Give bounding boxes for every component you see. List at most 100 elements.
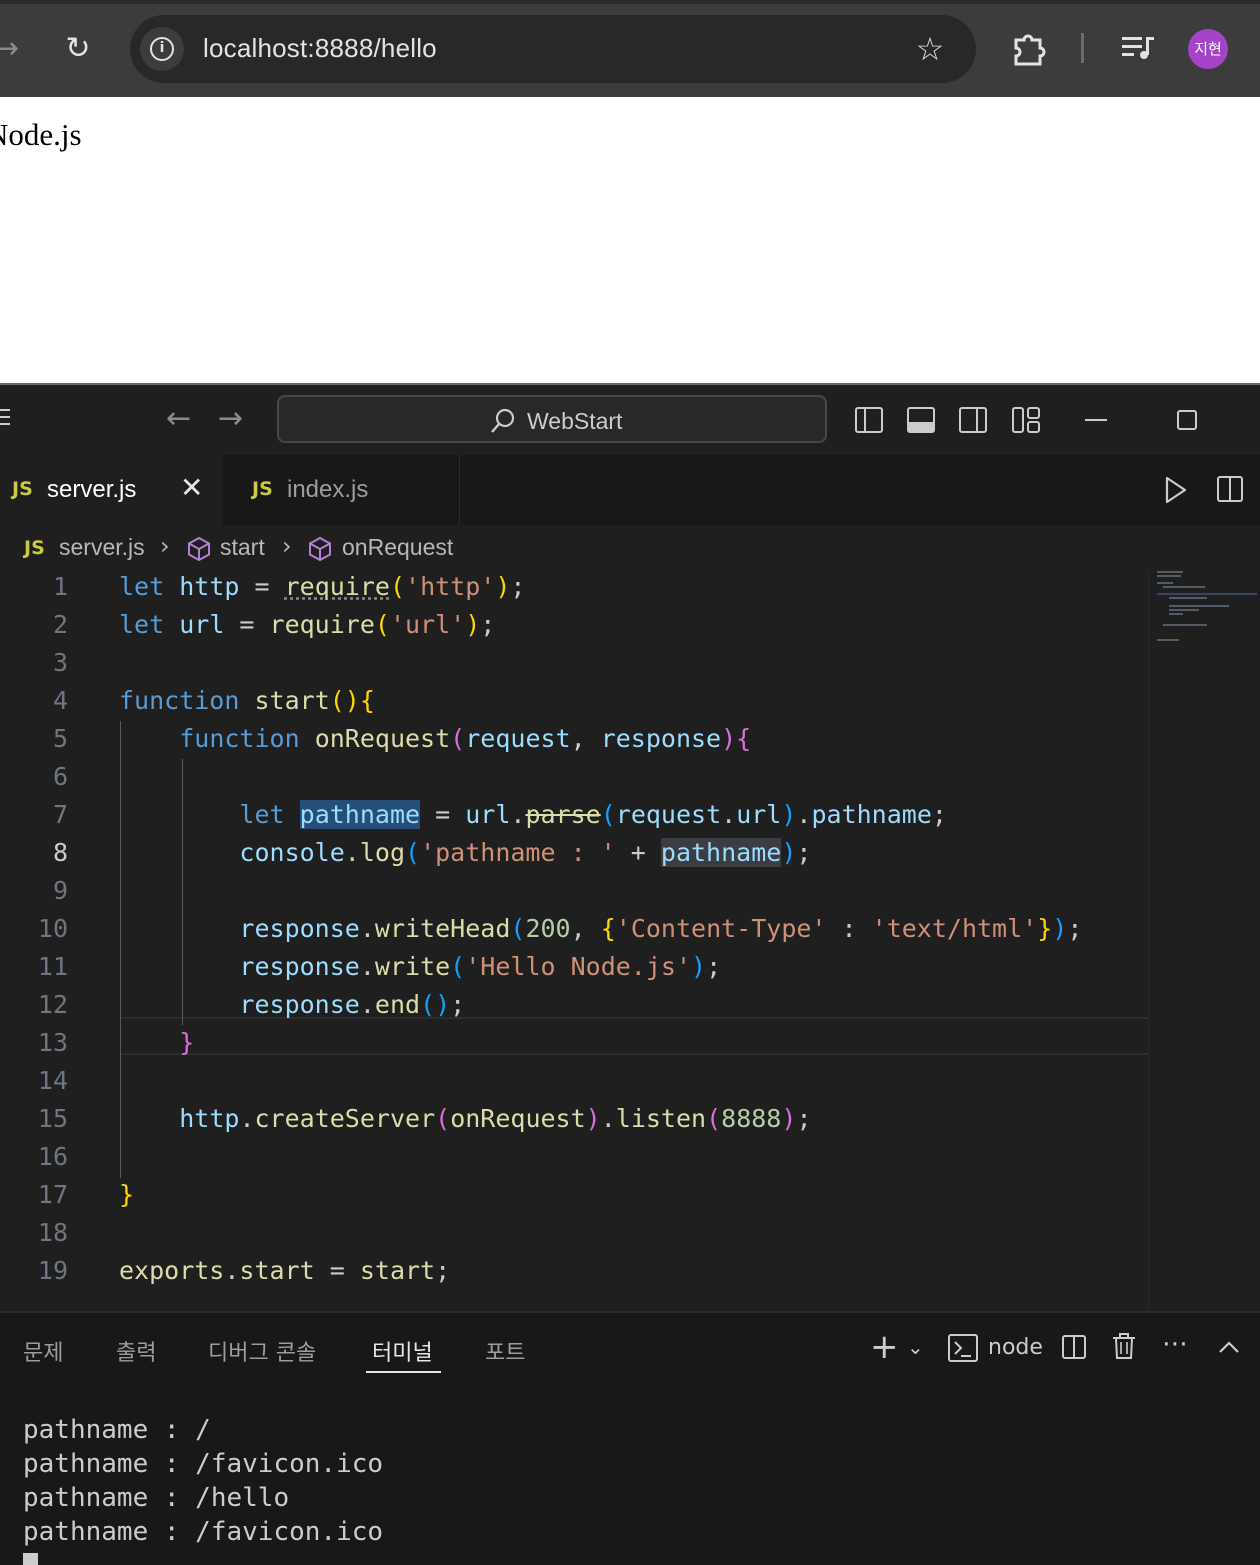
breadcrumb-file[interactable]: server.js [59,534,145,561]
code-line[interactable]: 7 let pathname = url.parse(request.url).… [0,797,1148,835]
code-line[interactable]: 5 function onRequest(request, response){ [0,721,1148,759]
command-center-search[interactable]: WebStart [277,395,827,443]
site-info-icon[interactable]: i [140,27,184,71]
code-line[interactable]: 13 } [0,1025,1148,1063]
line-content[interactable]: response.write('Hello Node.js'); [119,952,721,981]
line-number: 17 [37,1180,68,1209]
vscode-window: ← → WebStart JS server.js ✕ JS index.js … [0,383,1260,1565]
code-line[interactable]: 15 http.createServer(onRequest).listen(8… [0,1101,1148,1139]
customize-layout-icon[interactable] [1011,405,1041,435]
code-line[interactable]: 10 response.writeHead(200, {'Content-Typ… [0,911,1148,949]
toggle-primary-sidebar-icon[interactable] [854,405,884,435]
code-line[interactable]: 16 [0,1139,1148,1177]
maximize-icon[interactable] [1177,410,1197,430]
profile-avatar[interactable]: 지현 [1188,29,1228,69]
line-number: 4 [52,686,68,715]
toggle-secondary-sidebar-icon[interactable] [958,405,988,435]
close-icon[interactable]: ✕ [180,473,208,503]
line-number: 18 [37,1218,68,1247]
code-line[interactable]: 14 [0,1063,1148,1101]
line-content[interactable]: exports.start = start; [119,1256,450,1285]
chevron-right-icon: › [160,532,170,560]
line-content[interactable]: function onRequest(request, response){ [119,724,751,753]
chevron-down-icon[interactable]: ⌄ [907,1335,924,1359]
breadcrumb-onrequest[interactable]: onRequest [342,534,453,561]
tab-terminal[interactable]: 터미널 [372,1335,433,1367]
tab-output[interactable]: 출력 [116,1335,156,1367]
editor-tab-bar: JS server.js ✕ JS index.js [0,455,1260,525]
minimap-line [1169,609,1199,611]
line-number: 11 [37,952,68,981]
extensions-icon[interactable] [1008,28,1052,68]
line-number: 9 [52,876,68,905]
code-line[interactable]: 8 console.log('pathname : ' + pathname); [0,835,1148,873]
line-number: 14 [37,1066,68,1095]
terminal-name[interactable]: node [988,1335,1043,1360]
toolbar-divider [1081,33,1084,63]
code-line[interactable]: 19 exports.start = start; [0,1253,1148,1291]
line-content[interactable]: let http = require('http'); [119,572,525,601]
minimap-line [1157,582,1173,584]
bookmark-star-icon[interactable]: ☆ [910,29,950,69]
code-line[interactable]: 2 let url = require('url'); [0,607,1148,645]
code-line[interactable]: 6 [0,759,1148,797]
minimap-line [1163,624,1207,626]
code-line[interactable]: 11 response.write('Hello Node.js'); [0,949,1148,987]
trash-icon[interactable] [1111,1332,1137,1360]
reload-icon[interactable]: ↻ [60,30,96,68]
more-actions-icon[interactable]: ⋯ [1162,1329,1189,1359]
search-icon [491,408,515,433]
tab-problems[interactable]: 문제 [23,1335,63,1367]
terminal-icon [948,1334,978,1362]
tab-index-js[interactable]: JS index.js [224,455,460,525]
line-number: 19 [37,1256,68,1285]
line-content[interactable]: let pathname = url.parse(request.url).pa… [119,800,947,829]
browser-tab-strip-edge [0,0,1260,4]
address-bar[interactable]: i localhost:8888/hello ☆ [130,15,976,83]
line-content[interactable]: response.writeHead(200, {'Content-Type' … [119,914,1082,943]
line-content[interactable]: } [119,1028,194,1057]
tab-ports[interactable]: 포트 [485,1335,525,1367]
minimize-icon[interactable] [1085,419,1107,421]
terminal-output-line: pathname : /favicon.ico [23,1449,384,1479]
tab-debug-console[interactable]: 디버그 콘솔 [208,1335,316,1367]
menu-icon[interactable] [0,409,10,431]
code-line[interactable]: 18 [0,1215,1148,1253]
terminal-output-line: pathname : /favicon.ico [23,1517,384,1547]
back-arrow-icon[interactable]: ← [166,401,191,437]
line-content[interactable]: function start(){ [119,686,375,715]
minimap-line [1169,613,1183,615]
code-editor[interactable]: 1 let http = require('http'); 2 let url … [0,569,1148,1311]
line-number: 6 [52,762,68,791]
tab-server-js[interactable]: JS server.js ✕ [0,455,223,525]
split-terminal-icon[interactable] [1061,1334,1087,1360]
code-line[interactable]: 9 [0,873,1148,911]
code-line[interactable]: 4 function start(){ [0,683,1148,721]
line-number: 15 [37,1104,68,1133]
media-controls-icon[interactable] [1116,28,1160,68]
code-line[interactable]: 1 let http = require('http'); [0,569,1148,607]
line-content[interactable]: let url = require('url'); [119,610,495,639]
forward-icon[interactable]: → [0,32,24,66]
line-content[interactable]: console.log('pathname : ' + pathname); [119,838,811,867]
split-editor-icon[interactable] [1216,475,1244,503]
line-number: 1 [52,572,68,601]
code-line[interactable]: 12 response.end(); [0,987,1148,1025]
run-icon[interactable] [1163,475,1189,505]
line-number: 3 [52,648,68,677]
forward-arrow-icon[interactable]: → [218,401,243,437]
minimap[interactable] [1148,569,1260,1311]
code-line[interactable]: 3 [0,645,1148,683]
breadcrumb-start[interactable]: start [220,534,265,561]
chevron-up-icon[interactable] [1217,1337,1241,1357]
toggle-panel-icon[interactable] [906,405,936,435]
code-line[interactable]: 17 } [0,1177,1148,1215]
line-content[interactable]: http.createServer(onRequest).listen(8888… [119,1104,811,1133]
line-number: 2 [52,610,68,639]
line-content[interactable]: } [119,1180,134,1209]
line-number: 5 [52,724,68,753]
line-content[interactable]: response.end(); [119,990,465,1019]
url-text[interactable]: localhost:8888/hello [203,33,437,64]
new-terminal-icon[interactable]: + [870,1327,899,1367]
line-number: 10 [37,914,68,943]
